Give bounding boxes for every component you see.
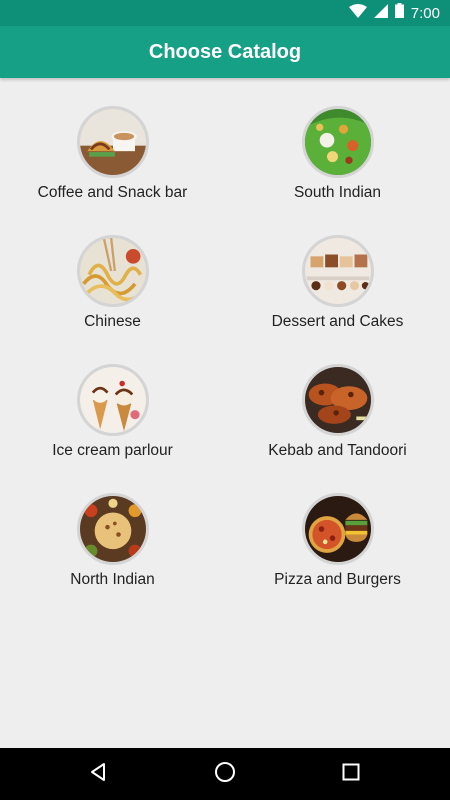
catalog-item-pizza-burgers[interactable]: Pizza and Burgers xyxy=(225,493,450,589)
catalog-label: Dessert and Cakes xyxy=(271,313,404,330)
status-bar: 7:00 xyxy=(0,0,450,26)
battery-icon xyxy=(394,3,404,23)
home-icon xyxy=(214,761,236,788)
chinese-image xyxy=(76,235,149,307)
catalog-item-ice-cream-parlour[interactable]: Ice cream parlour xyxy=(0,364,225,460)
catalog-item-coffee-snack-bar[interactable]: Coffee and Snack bar xyxy=(0,106,225,202)
ice-cream-image xyxy=(76,364,149,436)
status-time: 7:00 xyxy=(410,4,440,22)
status-icons: 7:00 xyxy=(348,3,440,23)
catalog-label: Chinese xyxy=(84,313,141,330)
catalog-label: North Indian xyxy=(70,571,155,588)
system-nav-bar xyxy=(0,748,450,800)
coffee-snack-image xyxy=(76,106,149,178)
catalog-item-north-indian[interactable]: North Indian xyxy=(0,493,225,589)
wifi-icon xyxy=(348,3,367,23)
catalog-label: South Indian xyxy=(293,184,382,201)
catalog-label: Coffee and Snack bar xyxy=(37,184,188,201)
back-button[interactable] xyxy=(84,760,112,788)
catalog-item-south-indian[interactable]: South Indian xyxy=(225,106,450,202)
recents-icon xyxy=(342,763,360,786)
catalog-item-chinese[interactable]: Chinese xyxy=(0,235,225,331)
north-indian-image xyxy=(76,493,149,565)
catalog-label: Pizza and Burgers xyxy=(274,571,401,588)
home-button[interactable] xyxy=(211,760,239,788)
south-indian-image xyxy=(301,106,374,178)
page-title: Choose Catalog xyxy=(148,40,302,63)
pizza-burgers-image xyxy=(301,493,374,565)
kebab-tandoori-image xyxy=(301,364,374,436)
dessert-cakes-image xyxy=(301,235,374,307)
catalog-item-kebab-tandoori[interactable]: Kebab and Tandoori xyxy=(225,364,450,460)
catalog-item-dessert-cakes[interactable]: Dessert and Cakes xyxy=(225,235,450,331)
recents-button[interactable] xyxy=(337,760,365,788)
catalog-label: Ice cream parlour xyxy=(52,442,173,459)
signal-icon xyxy=(373,3,388,23)
catalog-label: Kebab and Tandoori xyxy=(268,442,407,459)
app-bar: Choose Catalog xyxy=(0,26,450,78)
back-icon xyxy=(88,762,108,787)
